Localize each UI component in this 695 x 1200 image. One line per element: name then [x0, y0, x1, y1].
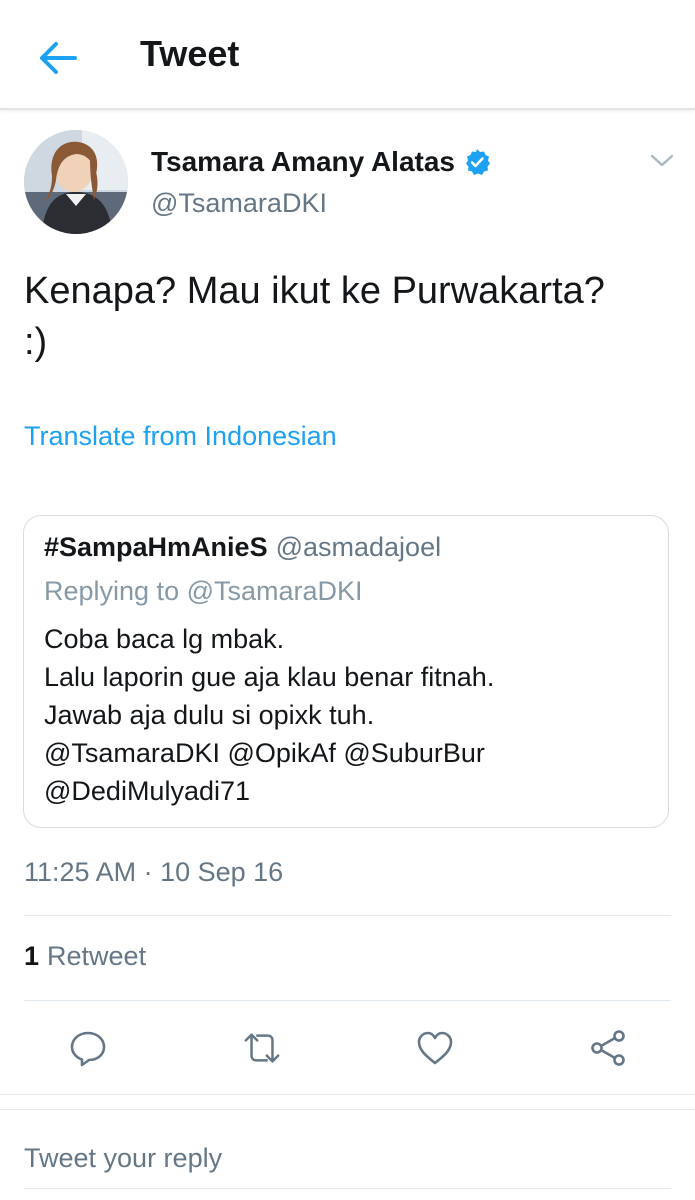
- reply-input-underline: [24, 1188, 671, 1189]
- share-button[interactable]: [588, 1028, 628, 1068]
- quoted-tweet-text: Coba baca lg mbak. Lalu laporin gue aja …: [44, 620, 654, 810]
- author-name[interactable]: Tsamara Amany Alatas: [151, 146, 491, 178]
- quoted-replying-to: Replying to @TsamaraDKI: [44, 576, 363, 606]
- quoted-tweet-card[interactable]: #SampaHmAnieS @asmadajoel Replying to @Ts…: [23, 515, 669, 828]
- profile-photo: [24, 130, 128, 234]
- back-button[interactable]: [32, 32, 84, 84]
- verified-badge-icon: [466, 149, 490, 175]
- share-icon: [591, 1030, 625, 1066]
- quoted-text-line: @TsamaraDKI @OpikAf @SuburBur: [44, 738, 485, 768]
- retweet-stats-label: Retweet: [47, 941, 147, 971]
- like-button[interactable]: [415, 1028, 455, 1068]
- author-handle[interactable]: @TsamaraDKI: [151, 188, 327, 219]
- quoted-text-line: Coba baca lg mbak.: [44, 624, 285, 654]
- retweet-button[interactable]: [242, 1028, 282, 1068]
- divider: [24, 1000, 671, 1001]
- tweet-text: Kenapa? Mau ikut ke Purwakarta? :): [24, 270, 605, 363]
- quoted-text-line: @DediMulyadi71: [44, 776, 251, 806]
- top-app-bar: Tweet: [0, 0, 695, 110]
- retweet-count: 1: [24, 941, 40, 971]
- page-title: Tweet: [140, 33, 240, 74]
- reply-input[interactable]: [24, 1136, 671, 1180]
- quoted-author-handle: @asmadajoel: [275, 532, 442, 562]
- retweet-stats[interactable]: 1 Retweet: [24, 941, 146, 972]
- avatar[interactable]: [24, 130, 128, 234]
- chevron-down-icon: [650, 154, 674, 167]
- tweet-timestamp: 11:25 AM · 10 Sep 16: [24, 857, 284, 887]
- arrow-left-icon: [40, 42, 77, 74]
- author-name-text: Tsamara Amany Alatas: [151, 146, 455, 177]
- translate-link[interactable]: Translate from Indonesian: [24, 421, 337, 452]
- divider: [24, 915, 671, 916]
- like-heart-icon: [417, 1031, 453, 1065]
- reply-icon: [70, 1031, 106, 1067]
- retweet-icon: [244, 1033, 280, 1063]
- quoted-author-name: #SampaHmAnieS: [44, 532, 268, 562]
- section-separator: [0, 1094, 695, 1110]
- more-options-button[interactable]: [647, 146, 677, 176]
- quoted-tweet-header: #SampaHmAnieS @asmadajoel: [44, 532, 441, 563]
- quoted-text-line: Lalu laporin gue aja klau benar fitnah.: [44, 662, 495, 692]
- quoted-text-line: Jawab aja dulu si opixk tuh.: [44, 700, 375, 730]
- reply-button[interactable]: [68, 1028, 108, 1068]
